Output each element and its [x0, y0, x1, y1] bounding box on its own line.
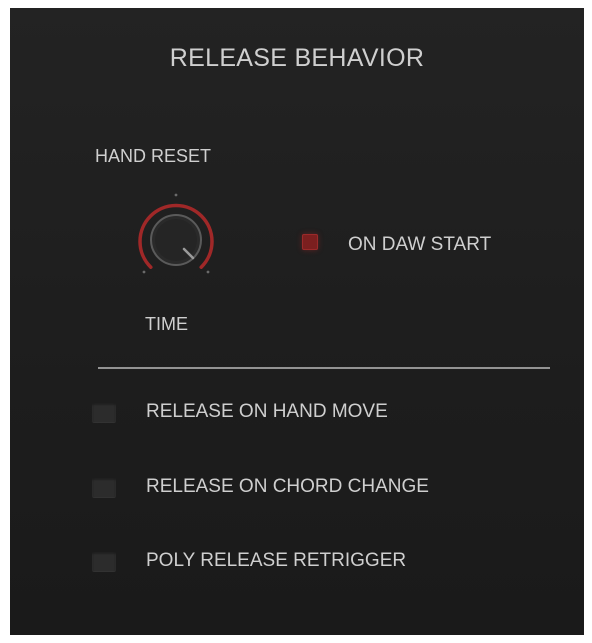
poly-release-retrigger-label: POLY RELEASE RETRIGGER — [146, 550, 407, 571]
knob-icon — [138, 193, 214, 274]
on-daw-start-label[interactable]: ON DAW START — [348, 234, 491, 256]
time-knob-label: TIME — [145, 314, 188, 334]
release-on-hand-move-checkbox[interactable] — [92, 403, 116, 423]
release-on-hand-move-label: RELEASE ON HAND MOVE — [146, 401, 388, 422]
on-daw-start-toggle[interactable] — [302, 234, 318, 250]
release-on-chord-change-checkbox[interactable] — [92, 478, 116, 498]
time-knob[interactable] — [128, 190, 224, 290]
release-on-chord-change-label: RELEASE ON CHORD CHANGE — [146, 476, 429, 497]
panel-title: RELEASE BEHAVIOR — [169, 44, 425, 72]
poly-release-retrigger-checkbox[interactable] — [92, 552, 116, 572]
hand-reset-label: HAND RESET — [95, 146, 212, 166]
divider — [98, 367, 550, 369]
release-behavior-panel: RELEASE BEHAVIOR HAND RESET TIME ON DAW … — [10, 8, 584, 635]
